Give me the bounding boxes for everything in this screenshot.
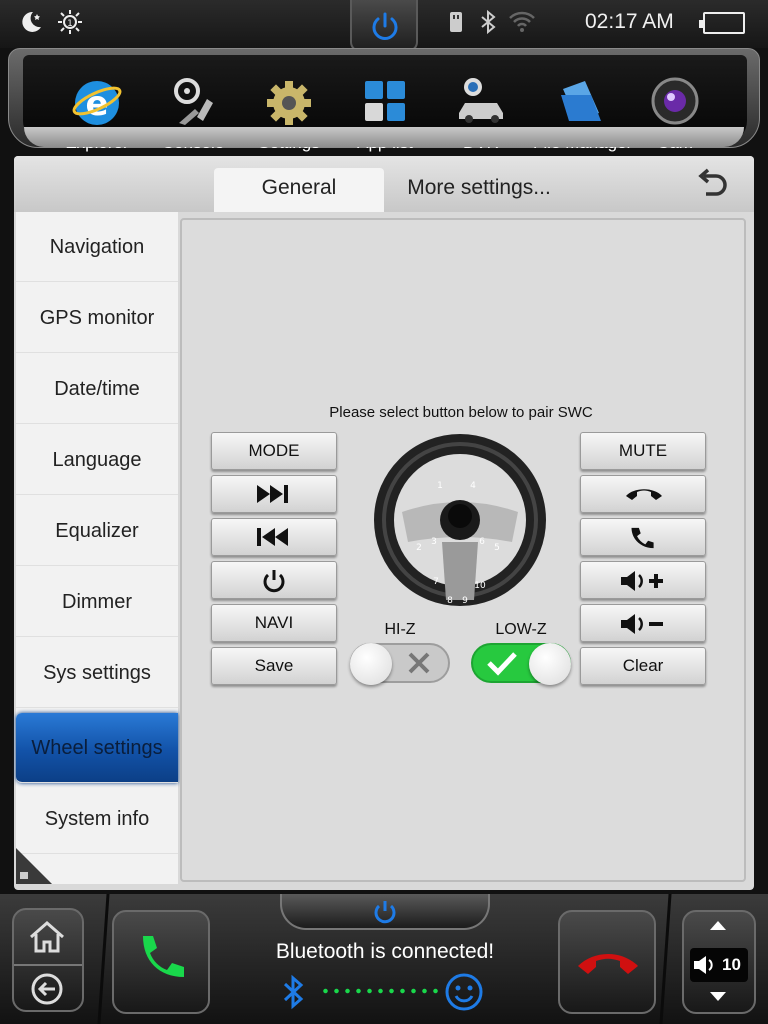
low-z-toggle[interactable] (471, 643, 571, 685)
mute-button[interactable]: MUTE (580, 432, 706, 470)
power-button[interactable] (350, 0, 418, 52)
bluetooth-status: Bluetooth is connected! (275, 940, 495, 963)
wheel-label-8: 8 (447, 596, 453, 606)
volume-up-arrow-icon[interactable] (708, 918, 728, 937)
sidebar-item-language[interactable]: Language (16, 425, 178, 495)
tab-bar: General More settings... (14, 156, 754, 212)
wifi-icon (508, 8, 536, 36)
wheel-label-7: 7 (433, 577, 439, 587)
usb-icon (442, 8, 470, 36)
wheel-label-10: 10 (474, 581, 486, 591)
clear-button[interactable]: Clear (580, 647, 706, 685)
sidebar-item-gps-monitor[interactable]: GPS monitor (16, 283, 178, 353)
volume-level: 10 (722, 955, 741, 974)
steering-wheel-image: 1 2 3 4 5 6 7 8 9 10 (372, 432, 548, 608)
volume-up-button[interactable] (580, 561, 706, 599)
dock-shelf (24, 127, 744, 147)
power-icon (372, 12, 398, 40)
sidebar-item-navigation[interactable]: Navigation (16, 212, 178, 282)
steering-console-icon (167, 75, 219, 127)
settings-sidebar: Navigation GPS monitor Date/time Languag… (16, 212, 178, 884)
separator (14, 964, 82, 966)
back-icon[interactable] (30, 972, 64, 1011)
wheel-label-4: 4 (470, 481, 476, 491)
volume-up-icon (621, 571, 663, 591)
sidebar-item-equalizer[interactable]: Equalizer (16, 496, 178, 566)
volume-down-arrow-icon[interactable] (708, 990, 728, 1009)
hang-up-call-button[interactable] (558, 910, 656, 1014)
close-icon (408, 652, 430, 674)
sidebar-item-date-time[interactable]: Date/time (16, 354, 178, 424)
wheel-label-5: 5 (494, 543, 500, 553)
wheel-label-9: 9 (462, 596, 468, 606)
hang-up-icon (626, 489, 662, 500)
hang-up-icon (578, 954, 638, 974)
moon-icon[interactable] (16, 8, 44, 36)
hi-z-toggle[interactable] (350, 643, 450, 685)
sidebar-item-sys-settings[interactable]: Sys settings (16, 638, 178, 708)
volume-down-icon (621, 614, 663, 634)
app-explorer[interactable]: e Explorer (49, 75, 145, 152)
connection-dots (320, 988, 440, 994)
sidebar-item-system-info[interactable]: System info (16, 784, 178, 854)
clock-time: 02:17 AM (585, 10, 674, 33)
battery-icon (699, 12, 745, 34)
call-button[interactable] (580, 518, 706, 556)
camera-icon (649, 75, 701, 127)
smiley-icon (444, 972, 484, 1017)
power-icon (374, 901, 396, 924)
folder-icon (555, 75, 607, 127)
svg-text:1: 1 (67, 19, 73, 29)
next-track-button[interactable] (211, 475, 337, 513)
gear-icon (263, 75, 315, 127)
check-icon (487, 652, 517, 676)
dvr-car-icon (455, 75, 507, 127)
save-button[interactable]: Save (211, 647, 337, 685)
call-icon (143, 936, 184, 977)
sidebar-item-dimmer[interactable]: Dimmer (16, 567, 178, 637)
back-arrow-icon[interactable] (694, 168, 730, 200)
tab-general[interactable]: General (214, 168, 384, 212)
wheel-label-2: 2 (416, 543, 422, 553)
volume-display: 10 (690, 948, 748, 982)
mode-button[interactable]: MODE (211, 432, 337, 470)
home-icon[interactable] (28, 920, 66, 959)
app-dvr[interactable]: DVR (433, 75, 529, 152)
bluetooth-icon (280, 974, 308, 1015)
corner-resize-icon (16, 848, 52, 884)
previous-track-button[interactable] (211, 518, 337, 556)
answer-call-button[interactable] (112, 910, 210, 1014)
app-list[interactable]: App list (337, 75, 433, 152)
low-z-label: LOW-Z (495, 621, 547, 638)
app-grid-icon (359, 75, 411, 127)
sidebar-item-wheel-settings[interactable]: Wheel settings (16, 713, 178, 783)
next-track-icon (257, 485, 288, 503)
wheel-label-6: 6 (479, 537, 485, 547)
app-settings[interactable]: Settings (241, 75, 337, 152)
power-pair-button[interactable] (211, 561, 337, 599)
hi-z-label: HI-Z (384, 621, 416, 638)
toggle-knob (529, 643, 571, 685)
brightness-icon[interactable]: 1 (56, 8, 84, 36)
speaker-icon (694, 956, 713, 974)
bluetooth-icon (474, 8, 502, 36)
app-cam[interactable]: Cam (627, 75, 723, 152)
volume-down-button[interactable] (580, 604, 706, 642)
wheel-label-3: 3 (431, 537, 437, 547)
previous-track-icon (257, 528, 288, 546)
app-file-manager[interactable]: File Manager (533, 75, 632, 152)
pull-tab[interactable] (280, 894, 490, 930)
tab-more-settings[interactable]: More settings... (399, 168, 559, 212)
app-console[interactable]: Console (145, 75, 241, 152)
navi-button[interactable]: NAVI (211, 604, 337, 642)
toggle-knob (350, 643, 392, 685)
pair-instruction: Please select button below to pair SWC (329, 404, 593, 421)
wheel-label-1: 1 (437, 481, 443, 491)
power-icon (263, 570, 285, 593)
call-icon (631, 527, 654, 549)
browser-icon: e (71, 75, 123, 127)
hang-up-button[interactable] (580, 475, 706, 513)
status-bar: 1 02:17 AM (0, 0, 768, 52)
